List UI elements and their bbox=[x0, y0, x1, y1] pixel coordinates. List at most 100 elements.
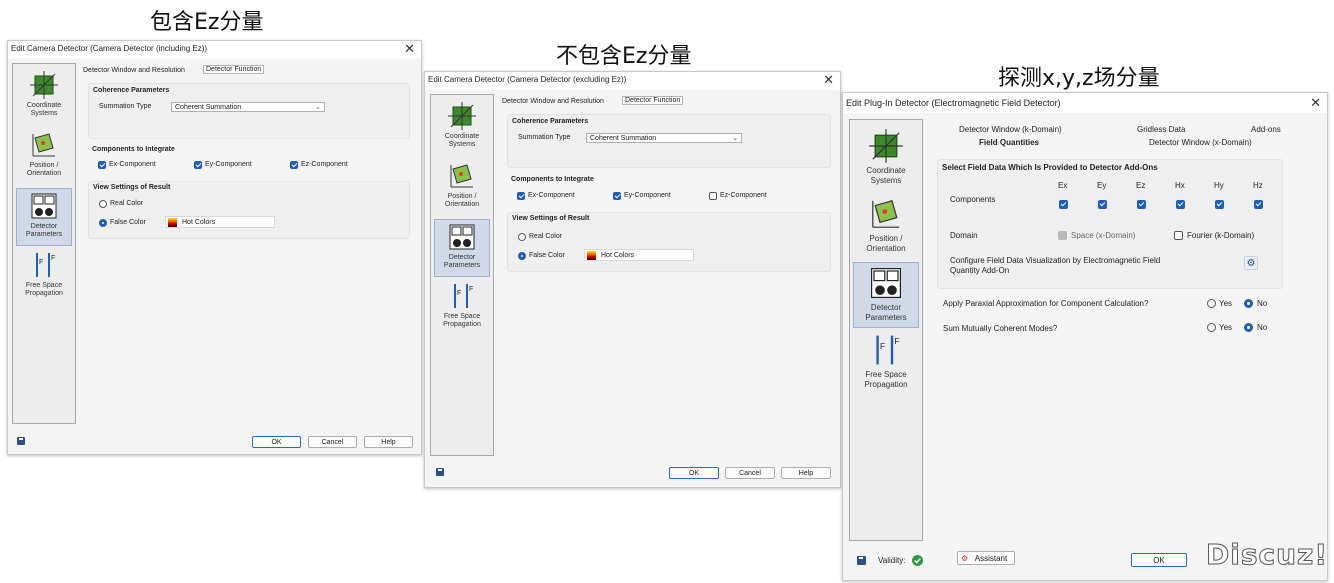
sum-modes-yes-radio[interactable] bbox=[1207, 323, 1216, 332]
help-button[interactable]: Help bbox=[364, 436, 413, 448]
ez-checkbox[interactable] bbox=[1137, 200, 1146, 209]
sidebar-item-coordinate-systems[interactable]: Coordinate Systems bbox=[853, 126, 919, 190]
sidebar-item-detector-parameters[interactable]: Detector Parameters bbox=[16, 188, 72, 246]
ex-label: Ex-Component bbox=[528, 192, 575, 199]
tab-detector-function[interactable]: Detector Function bbox=[622, 96, 684, 105]
space-domain-checkbox[interactable] bbox=[1058, 231, 1067, 240]
false-color-radio[interactable] bbox=[518, 252, 526, 260]
configure-line-1: Configure Field Data Visualization by El… bbox=[950, 256, 1161, 265]
ex-checkbox[interactable] bbox=[517, 192, 525, 200]
ez-checkbox[interactable] bbox=[709, 192, 717, 200]
hot-colors-swatch bbox=[168, 218, 177, 227]
hot-colors-swatch bbox=[587, 251, 596, 260]
tab-gridless-data[interactable]: Gridless Data bbox=[1137, 125, 1185, 134]
close-icon[interactable]: ✕ bbox=[404, 41, 415, 57]
tab-detector-function[interactable]: Detector Function bbox=[203, 65, 265, 74]
ey-checkbox[interactable] bbox=[194, 161, 202, 169]
coherence-group: Coherence Parameters Summation Type Cohe… bbox=[507, 114, 831, 168]
title-bar[interactable]: Edit Camera Detector (Camera Detector (e… bbox=[425, 72, 840, 90]
real-color-radio[interactable] bbox=[518, 233, 526, 241]
field-data-group: Select Field Data Which Is Provided to D… bbox=[937, 159, 1283, 289]
save-icon[interactable] bbox=[17, 437, 25, 445]
ey-checkbox[interactable] bbox=[1098, 200, 1107, 209]
assistant-button[interactable]: ⚙ Assistant bbox=[957, 551, 1015, 565]
select-field-data-title: Select Field Data Which Is Provided to D… bbox=[942, 163, 1158, 172]
sidebar-label-position-orientation: Position / Orientation bbox=[866, 234, 906, 253]
svg-text:F: F bbox=[880, 341, 885, 351]
hot-colors-select[interactable]: Hot Colors bbox=[165, 216, 275, 228]
hy-checkbox[interactable] bbox=[1215, 200, 1224, 209]
sidebar-label-coordinate-systems: Coordinate Systems bbox=[866, 166, 906, 185]
sidebar-label-free-space-propagation: Free Space Propagation bbox=[25, 282, 63, 297]
sidebar-item-free-space-propagation[interactable]: FF Free Space Propagation bbox=[16, 248, 72, 304]
fourier-domain-label: Fourier (k-Domain) bbox=[1187, 231, 1255, 240]
summation-select[interactable]: Coherent Summation ⌄ bbox=[171, 102, 325, 112]
close-icon[interactable]: ✕ bbox=[823, 72, 834, 88]
ex-label: Ex-Component bbox=[109, 161, 156, 168]
position-orientation-icon bbox=[450, 164, 473, 188]
close-icon[interactable]: ✕ bbox=[1310, 95, 1321, 111]
sidebar-item-coordinate-systems[interactable]: Coordinate Systems bbox=[16, 68, 72, 124]
sum-modes-no-radio[interactable] bbox=[1244, 323, 1253, 332]
summation-select[interactable]: Coherent Summation ⌄ bbox=[586, 133, 742, 143]
chevron-down-icon: ⌄ bbox=[315, 104, 321, 111]
svg-text:F: F bbox=[39, 259, 43, 266]
title-bar[interactable]: Edit Camera Detector (Camera Detector (i… bbox=[8, 41, 421, 59]
ok-button[interactable]: OK bbox=[252, 436, 301, 448]
summation-label: Summation Type bbox=[99, 103, 152, 110]
tab-detector-window-x[interactable]: Detector Window (x-Domain) bbox=[1149, 138, 1252, 147]
ex-header: Ex bbox=[1058, 181, 1068, 190]
space-domain-label: Space (x-Domain) bbox=[1071, 231, 1136, 240]
fourier-domain-checkbox[interactable] bbox=[1174, 231, 1183, 240]
ey-header: Ey bbox=[1097, 181, 1107, 190]
ex-checkbox[interactable] bbox=[1059, 200, 1068, 209]
free-space-propagation-icon: FF bbox=[454, 284, 473, 308]
sidebar-item-free-space-propagation[interactable]: FF Free Space Propagation bbox=[853, 330, 919, 394]
sidebar-item-free-space-propagation[interactable]: FF Free Space Propagation bbox=[434, 279, 490, 335]
cancel-button[interactable]: Cancel bbox=[308, 436, 357, 448]
paraxial-yes-label: Yes bbox=[1219, 299, 1233, 308]
sidebar-item-detector-parameters[interactable]: Detector Parameters bbox=[853, 262, 919, 328]
sidebar-item-position-orientation[interactable]: Position / Orientation bbox=[434, 159, 490, 215]
paraxial-no-radio[interactable] bbox=[1244, 299, 1253, 308]
hot-colors-label: Hot Colors bbox=[182, 219, 216, 226]
hx-checkbox[interactable] bbox=[1176, 200, 1185, 209]
title-bar[interactable]: Edit Plug-In Detector (Electromagnetic F… bbox=[843, 93, 1327, 113]
dialog-title: Edit Camera Detector (Camera Detector (e… bbox=[428, 75, 627, 84]
coordinate-systems-icon bbox=[869, 129, 903, 163]
ez-checkbox[interactable] bbox=[290, 161, 298, 169]
real-color-label: Real Color bbox=[529, 233, 563, 240]
sidebar-item-coordinate-systems[interactable]: Coordinate Systems bbox=[434, 99, 490, 155]
ey-checkbox[interactable] bbox=[613, 192, 621, 200]
real-color-radio[interactable] bbox=[99, 200, 107, 208]
ok-button[interactable]: OK bbox=[1131, 553, 1187, 567]
hz-checkbox[interactable] bbox=[1254, 200, 1263, 209]
detector-parameters-icon bbox=[449, 224, 475, 250]
paraxial-yes-radio[interactable] bbox=[1207, 299, 1216, 308]
svg-text:F: F bbox=[469, 286, 473, 293]
ok-button[interactable]: OK bbox=[669, 467, 719, 479]
save-icon[interactable] bbox=[436, 468, 444, 476]
save-icon[interactable] bbox=[857, 556, 866, 565]
tab-add-ons[interactable]: Add-ons bbox=[1251, 125, 1281, 134]
free-space-propagation-icon: FF bbox=[36, 253, 55, 277]
ex-checkbox[interactable] bbox=[98, 161, 106, 169]
svg-text:F: F bbox=[457, 290, 461, 297]
help-button[interactable]: Help bbox=[781, 467, 831, 479]
sidebar-label-detector-parameters: Detector Parameters bbox=[443, 254, 481, 269]
tab-field-quantities[interactable]: Field Quantities bbox=[979, 138, 1039, 147]
false-color-radio[interactable] bbox=[99, 219, 107, 227]
gear-icon[interactable]: ⚙ bbox=[1244, 256, 1258, 270]
paraxial-no-label: No bbox=[1257, 299, 1268, 308]
sidebar-item-position-orientation[interactable]: Position / Orientation bbox=[16, 128, 72, 184]
hot-colors-select[interactable]: Hot Colors bbox=[584, 249, 694, 261]
detector-parameters-icon bbox=[871, 268, 901, 298]
sidebar: Coordinate Systems Position / Orientatio… bbox=[12, 63, 76, 424]
sidebar-item-detector-parameters[interactable]: Detector Parameters bbox=[434, 219, 490, 277]
sidebar-label-coordinate-systems: Coordinate Systems bbox=[26, 102, 62, 117]
sidebar-item-position-orientation[interactable]: Position / Orientation bbox=[853, 194, 919, 258]
tab-detector-window[interactable]: Detector Window and Resolution bbox=[83, 67, 185, 74]
tab-detector-window-k[interactable]: Detector Window (k-Domain) bbox=[959, 125, 1062, 134]
tab-detector-window[interactable]: Detector Window and Resolution bbox=[502, 98, 604, 105]
cancel-button[interactable]: Cancel bbox=[725, 467, 775, 479]
